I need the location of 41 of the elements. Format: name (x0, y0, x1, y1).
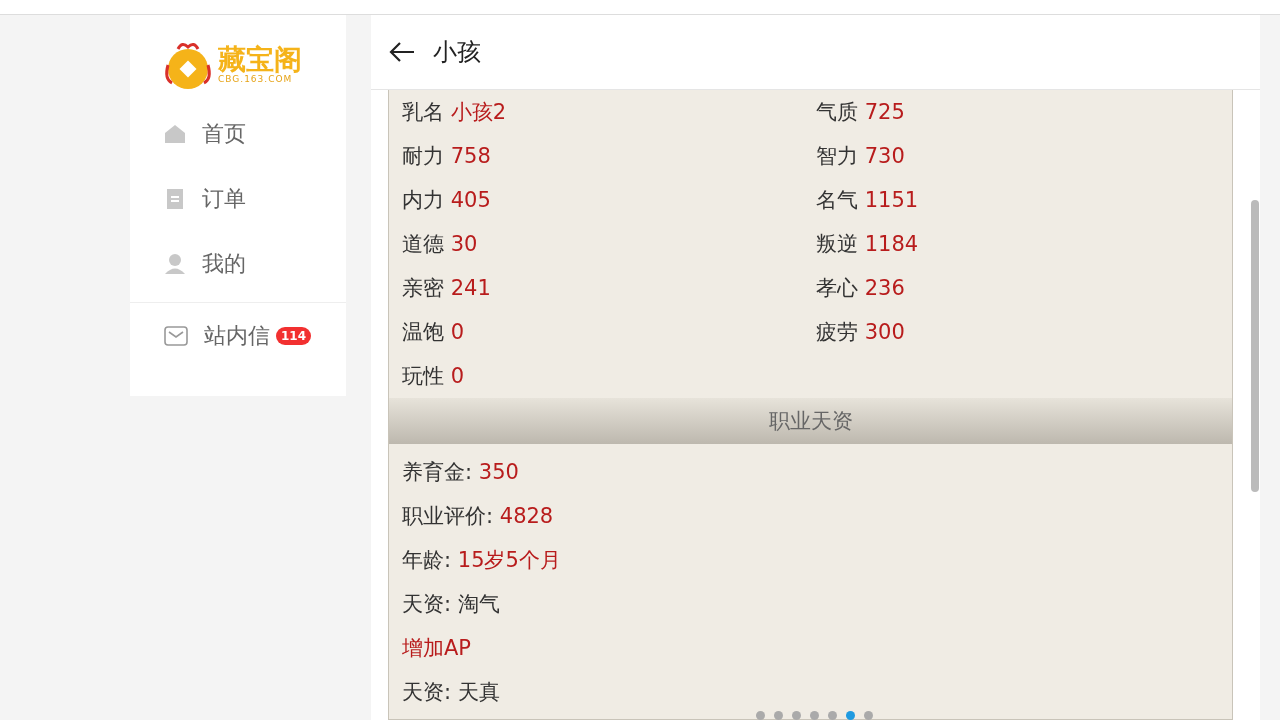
attribute-text: 气质 725 (816, 99, 905, 126)
back-button[interactable] (389, 41, 415, 63)
attribute-text: 玩性 0 (402, 363, 465, 390)
detail-note: 增加AP (402, 635, 472, 662)
document-icon (164, 187, 186, 210)
logo-name: 藏宝阁 (218, 46, 302, 74)
detail-text: 养育金: 350 (402, 459, 519, 486)
nav-item[interactable]: 我的 (130, 231, 346, 296)
attribute-text: 耐力 758 (402, 143, 491, 170)
attribute-text: 名气 1151 (816, 187, 919, 214)
page-dot[interactable] (828, 711, 837, 720)
section-header: 职业天资 (389, 398, 1232, 444)
attribute-text: 道德 30 (402, 231, 478, 258)
attribute-text: 叛逆 1184 (816, 231, 919, 258)
page-dot[interactable] (846, 711, 855, 720)
attribute-text: 孝心 236 (816, 275, 905, 302)
page-dot[interactable] (810, 711, 819, 720)
attribute-text: 温饱 0 (402, 319, 465, 346)
page-dot[interactable] (864, 711, 873, 720)
back-arrow-icon (389, 41, 415, 63)
nav-item[interactable]: 站内信 114 (130, 303, 346, 368)
logo-domain: CBG.163.COM (218, 74, 294, 84)
detail-text: 职业评价: 4828 (402, 503, 554, 530)
user-icon (164, 252, 186, 275)
attribute-text: 内力 405 (402, 187, 491, 214)
page-dot[interactable] (774, 711, 783, 720)
nav-item[interactable]: 首页 (130, 101, 346, 166)
detail-text: 天资: 淘气 (402, 591, 500, 618)
attribute-text: 乳名 小孩2 (402, 99, 507, 126)
mail-icon (164, 325, 188, 346)
attribute-text: 智力 730 (816, 143, 905, 170)
page-title: 小孩 (433, 37, 481, 68)
page-dot[interactable] (756, 711, 765, 720)
unread-count-badge: 114 (276, 326, 312, 345)
page-dot[interactable] (792, 711, 801, 720)
detail-text: 天资: 天真 (402, 679, 500, 706)
nav-item[interactable]: 订单 (130, 166, 346, 231)
attribute-text: 疲劳 300 (816, 319, 905, 346)
attribute-text: 亲密 241 (402, 275, 491, 302)
home-icon (164, 122, 186, 145)
detail-text: 年龄: 15岁5个月 (402, 547, 561, 574)
